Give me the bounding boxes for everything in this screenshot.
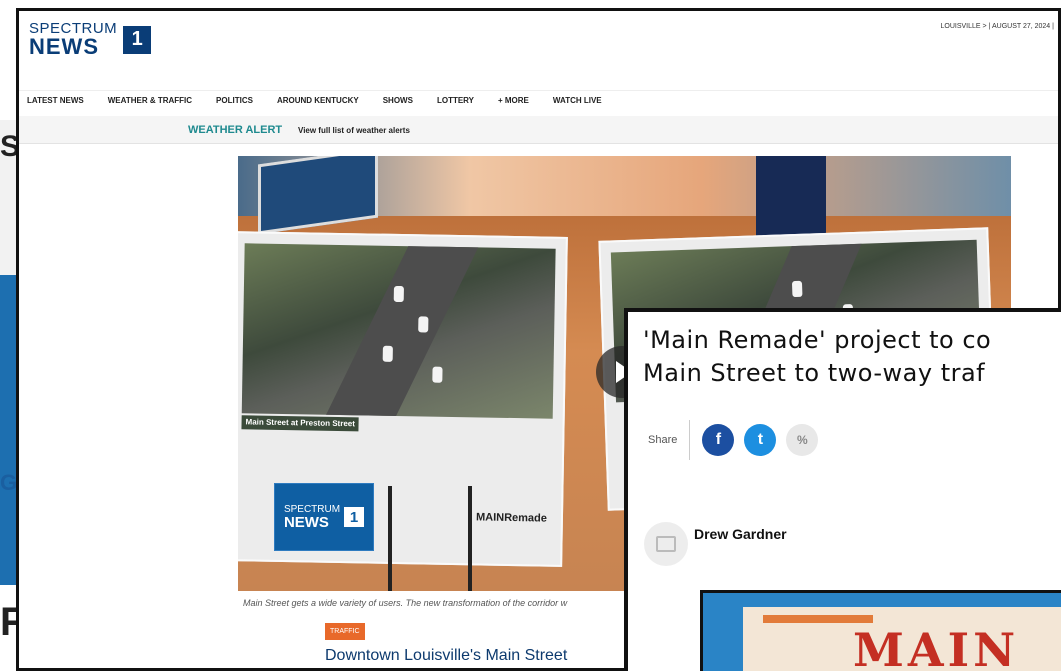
share-bar: Share f t % xyxy=(648,420,819,460)
separator: | xyxy=(1052,23,1054,30)
location-date-bar: LOUISVILLE > | AUGUST 27, 2024 | xyxy=(941,23,1055,30)
chevron-right-icon[interactable]: > xyxy=(983,23,987,30)
overlay-title-line: Main Street to two-way traf xyxy=(643,359,986,387)
avatar-placeholder-icon xyxy=(656,536,676,552)
watermark-news: NEWS xyxy=(283,513,329,531)
board-aerial-image xyxy=(241,243,556,419)
board-location-label: Main Street at Preston Street xyxy=(241,415,360,432)
watermark-one-badge: 1 xyxy=(344,507,365,527)
share-label: Share xyxy=(648,420,691,460)
board-brand: MAINRemade xyxy=(475,511,548,525)
author-avatar xyxy=(644,522,688,566)
overlay-article-image[interactable]: MAIN xyxy=(700,590,1061,671)
main-nav: LATEST NEWS WEATHER & TRAFFIC POLITICS A… xyxy=(27,96,602,105)
weather-alerts-link[interactable]: View full list of weather alerts xyxy=(298,126,410,135)
overlay-article-window: 'Main Remade' project to co Main Street … xyxy=(624,308,1061,671)
logo-one-badge: 1 xyxy=(123,25,152,54)
nav-item-watch-live[interactable]: WATCH LIVE xyxy=(553,96,602,105)
author-name[interactable]: Drew Gardner xyxy=(694,526,787,542)
location-link[interactable]: LOUISVILLE xyxy=(941,23,981,30)
image-caption: Main Street gets a wide variety of users… xyxy=(243,598,568,608)
nav-item-politics[interactable]: POLITICS xyxy=(216,96,253,105)
category-tag[interactable]: TRAFFIC xyxy=(325,623,365,640)
watermark-spectrum: SPECTRUM xyxy=(283,503,341,515)
weather-alert-title[interactable]: WEATHER ALERT xyxy=(188,124,282,136)
link-icon[interactable]: % xyxy=(786,424,819,456)
twitter-icon[interactable]: t xyxy=(744,424,777,456)
current-date: AUGUST 27, 2024 xyxy=(991,23,1051,30)
site-logo[interactable]: SPECTRUM NEWS 1 xyxy=(29,21,152,58)
board-road xyxy=(326,246,479,416)
separator: | xyxy=(988,23,991,30)
background-letter: G xyxy=(0,470,18,495)
weather-alert-bar: WEATHER ALERT View full list of weather … xyxy=(19,116,1058,144)
facebook-icon[interactable]: f xyxy=(702,424,735,456)
board-car xyxy=(382,345,393,362)
image-main-lettering: MAIN xyxy=(853,623,1020,671)
nav-item-around-kentucky[interactable]: AROUND KENTUCKY xyxy=(277,96,359,105)
nav-item-more[interactable]: + MORE xyxy=(498,96,529,105)
board-car xyxy=(432,366,443,383)
logo-news-text: NEWS xyxy=(29,34,99,59)
site-header: SPECTRUM NEWS 1 LOUISVILLE > | AUGUST 27… xyxy=(19,11,1058,91)
overlay-title-line: 'Main Remade' project to co xyxy=(643,326,992,354)
nav-item-weather-traffic[interactable]: WEATHER & TRAFFIC xyxy=(108,96,192,105)
easel-leg xyxy=(388,486,392,591)
logo-wordmark: SPECTRUM NEWS xyxy=(29,21,117,58)
board-car xyxy=(791,280,803,298)
easel-leg xyxy=(468,486,472,591)
article-headline[interactable]: Downtown Louisville's Main Street xyxy=(325,647,567,665)
board-car xyxy=(418,316,429,333)
watermark-wordmark: SPECTRUM NEWS xyxy=(283,503,341,531)
overlay-article-title: 'Main Remade' project to co Main Street … xyxy=(643,324,991,390)
image-stripe xyxy=(763,615,873,623)
board-car xyxy=(393,285,404,303)
spectrum-news-watermark: SPECTRUM NEWS 1 xyxy=(274,483,374,551)
nav-item-lottery[interactable]: LOTTERY xyxy=(437,96,474,105)
nav-item-shows[interactable]: SHOWS xyxy=(383,96,413,105)
nav-item-latest-news[interactable]: LATEST NEWS xyxy=(27,96,84,105)
